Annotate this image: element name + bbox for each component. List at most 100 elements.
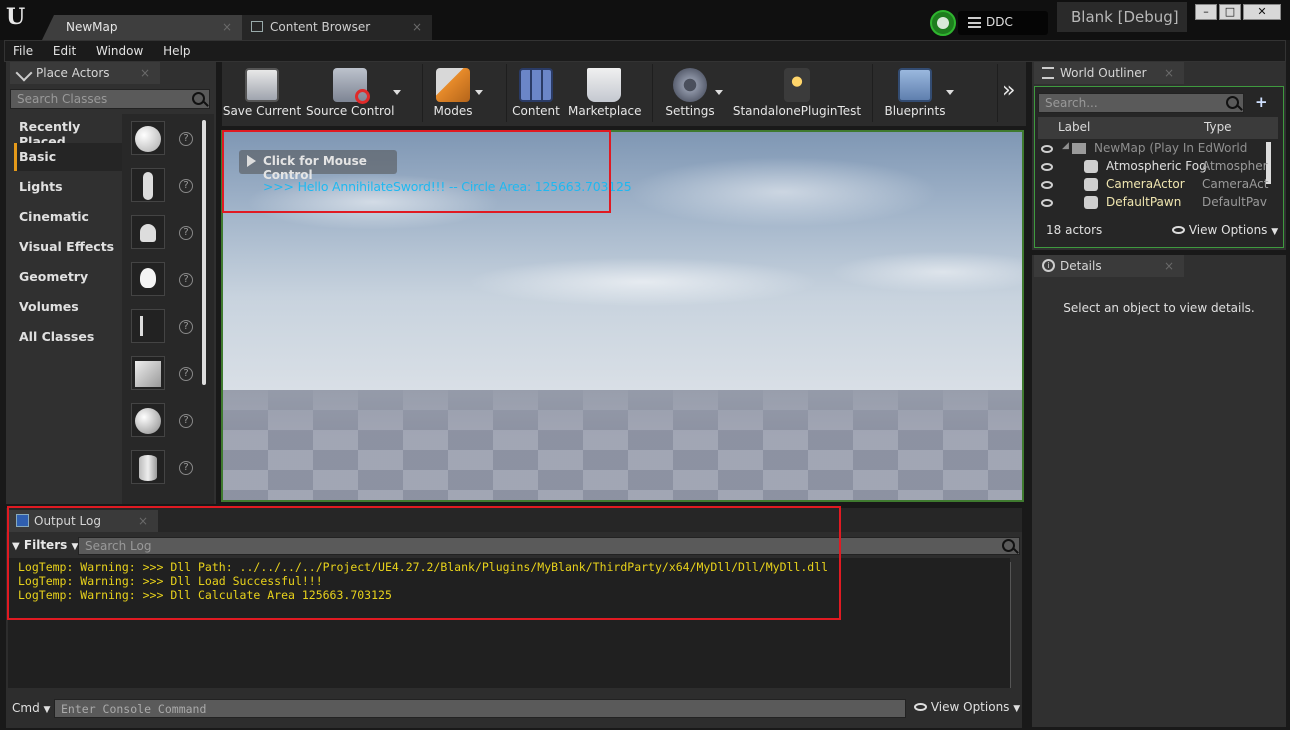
outliner-row-atmospheric-fog[interactable]: Atmospheric Fog Atmospher (1036, 158, 1268, 176)
save-current-label: Save Current (222, 104, 302, 118)
category-geometry[interactable]: Geometry (14, 263, 126, 291)
tab-label: NewMap (66, 20, 118, 34)
outliner-row-type: CameraAct (1202, 177, 1269, 191)
outliner-search-input[interactable]: Search... (1038, 93, 1244, 113)
source-control-status-icon[interactable] (930, 10, 956, 36)
category-volumes[interactable]: Volumes (14, 293, 126, 321)
help-icon[interactable]: ? (179, 320, 193, 334)
help-icon[interactable]: ? (179, 414, 193, 428)
blueprints-button[interactable]: Blueprints (880, 62, 950, 124)
search-icon (192, 92, 205, 105)
outliner-row-camera-actor[interactable]: CameraActor CameraAct (1036, 176, 1268, 194)
category-all-classes[interactable]: All Classes (14, 323, 126, 351)
toolbar-separator (997, 64, 998, 122)
empty-character-thumbnail[interactable] (131, 168, 165, 202)
column-type[interactable]: Type (1204, 120, 1232, 134)
toolbar-overflow-icon[interactable]: » (1002, 78, 1015, 103)
help-icon[interactable]: ? (179, 226, 193, 240)
search-icon (1002, 539, 1015, 552)
chevron-down-icon[interactable]: ◢ (1062, 141, 1069, 151)
tab-content-browser[interactable]: Content Browser × (242, 15, 432, 40)
outliner-view-options-button[interactable]: View Options ▼ (1172, 223, 1278, 237)
category-basic[interactable]: Basic (14, 143, 126, 171)
eye-icon (914, 703, 927, 711)
tab-world-outliner[interactable]: World Outliner × (1034, 62, 1184, 84)
eye-icon[interactable] (1041, 199, 1053, 207)
outliner-icon (1042, 67, 1054, 79)
source-control-button[interactable]: Source Control (306, 62, 394, 124)
menu-window[interactable]: Window (88, 41, 151, 58)
toolbar-separator (872, 64, 873, 122)
outliner-row-label: Atmospheric Fog (1106, 159, 1207, 173)
close-icon[interactable]: × (140, 66, 150, 80)
cube-thumbnail[interactable] (131, 356, 165, 390)
cylinder-thumbnail[interactable] (131, 450, 165, 484)
add-icon[interactable]: + (1255, 93, 1275, 111)
help-icon[interactable]: ? (179, 179, 193, 193)
empty-actor-thumbnail[interactable] (131, 121, 165, 155)
search-classes-input[interactable]: Search Classes (10, 89, 210, 109)
sphere-thumbnail[interactable] (131, 403, 165, 437)
toolbar-separator (422, 64, 423, 122)
view-options-button[interactable]: View Options ▼ (914, 700, 1020, 714)
cmd-dropdown[interactable]: Cmd ▼ (12, 701, 50, 715)
category-lights[interactable]: Lights (14, 173, 126, 201)
close-icon[interactable]: × (1164, 66, 1174, 80)
eye-icon[interactable] (1041, 145, 1053, 153)
point-light-thumbnail[interactable] (131, 262, 165, 296)
ddc-button[interactable]: DDC (958, 11, 1048, 35)
close-icon[interactable]: × (222, 20, 232, 34)
chevron-down-icon[interactable] (393, 90, 401, 95)
settings-button[interactable]: Settings (660, 62, 720, 124)
menu-help[interactable]: Help (155, 41, 198, 58)
blueprint-icon (898, 68, 932, 102)
highlight-box-output-log (7, 506, 841, 620)
modes-button[interactable]: Modes (427, 62, 479, 124)
category-visual-effects[interactable]: Visual Effects (14, 233, 126, 261)
close-icon[interactable]: × (412, 20, 422, 34)
menu-file[interactable]: File (5, 41, 41, 58)
outliner-row-label: CameraActor (1106, 177, 1185, 191)
player-start-thumbnail[interactable] (131, 309, 165, 343)
log-scrollbar[interactable] (1010, 562, 1011, 688)
outliner-row-default-pawn[interactable]: DefaultPawn DefaultPav (1036, 194, 1268, 212)
chevron-down-icon[interactable] (946, 90, 954, 95)
empty-pawn-thumbnail[interactable] (131, 215, 165, 249)
save-icon (245, 68, 279, 102)
help-icon[interactable]: ? (179, 273, 193, 287)
content-browser-icon (251, 21, 263, 32)
close-window-button[interactable]: ✕ (1243, 4, 1281, 20)
column-label[interactable]: Label (1058, 120, 1090, 134)
category-recently-placed[interactable]: Recently Placed (14, 113, 126, 149)
help-icon[interactable]: ? (179, 367, 193, 381)
marketplace-bag-icon (587, 68, 621, 102)
menu-edit[interactable]: Edit (45, 41, 84, 58)
outliner-row-type: Atmospher (1202, 159, 1268, 173)
tab-details[interactable]: i Details × (1034, 255, 1184, 277)
eye-icon[interactable] (1041, 181, 1053, 189)
help-icon[interactable]: ? (179, 461, 193, 475)
chevron-down-icon: ▼ (43, 705, 51, 715)
actor-list-scrollbar[interactable] (202, 120, 206, 385)
world-icon (1072, 143, 1086, 154)
actor-count: 18 actors (1046, 223, 1103, 237)
marketplace-button[interactable]: Marketplace (568, 62, 642, 124)
chevron-down-icon[interactable] (715, 90, 723, 95)
category-cinematic[interactable]: Cinematic (14, 203, 126, 231)
tab-place-actors[interactable]: Place Actors × (10, 62, 160, 84)
standalone-plugin-test-button[interactable]: StandalonePluginTest (732, 62, 862, 124)
save-current-button[interactable]: Save Current (222, 62, 302, 124)
console-command-input[interactable]: Enter Console Command (54, 699, 906, 718)
minimize-button[interactable]: – (1195, 4, 1217, 20)
content-button[interactable]: Content (510, 62, 562, 124)
help-icon[interactable]: ? (179, 132, 193, 146)
outliner-row-label: NewMap (Play In EdWorld (1094, 141, 1248, 155)
eye-icon[interactable] (1041, 163, 1053, 171)
tab-newmap[interactable]: NewMap × (42, 15, 242, 40)
project-title: Blank [Debug] (1057, 2, 1187, 32)
ddc-label: DDC (986, 15, 1013, 29)
maximize-button[interactable]: □ (1219, 4, 1241, 20)
outliner-row-world[interactable]: ◢ NewMap (Play In EdWorld (1036, 140, 1268, 158)
chevron-down-icon[interactable] (475, 90, 483, 95)
close-icon[interactable]: × (1164, 259, 1174, 273)
